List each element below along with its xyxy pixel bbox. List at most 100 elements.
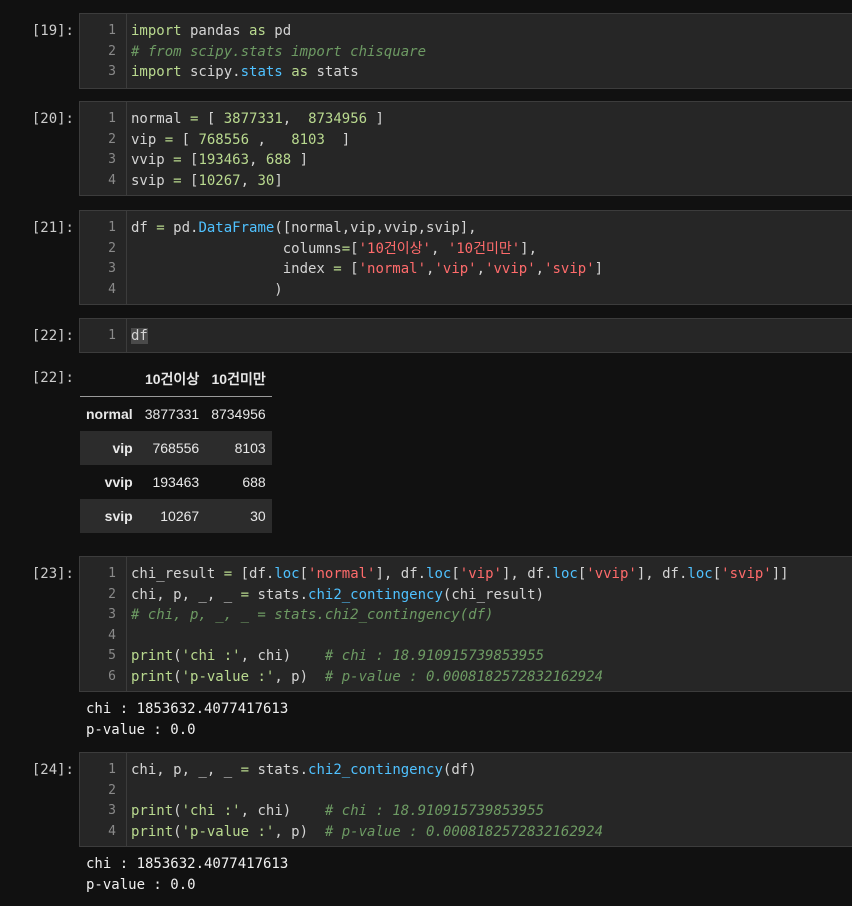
dataframe-output: 10건이상 10건미만 normal 3877331 8734956 vip 7… [80,362,272,533]
dataframe-column-header: 10건미만 [205,362,272,397]
cell-prompt-21: [21]: [31,220,74,236]
cell-prompt-24: [24]: [31,762,74,778]
code-token: ) [131,281,283,298]
code-cell-22[interactable]: 1 df [79,318,852,353]
code-token: ] [274,172,283,189]
code-cell-23[interactable]: 1 chi_result = [df.loc['normal'], df.loc[… [79,556,852,692]
code-token: ([normal,vip,vvip,svip], [274,220,477,236]
code-token: , p) [274,668,325,685]
code-token: ], [520,240,538,257]
code-token: ( [173,823,182,840]
code-cell-19[interactable]: 1 import pandas as pd 2 # from scipy.stats … [79,13,852,89]
code-token: index [131,261,334,277]
code-line[interactable]: svip = [10267, 30] [131,171,283,191]
code-line[interactable]: chi, p, _, _ = stats.chi2_contingency(ch… [131,585,544,605]
code-token: [ [451,566,460,582]
code-line[interactable]: print('chi :', chi) # chi : 18.910915739… [131,646,544,666]
code-token: = [341,240,351,257]
line-number: 1 [108,23,116,38]
code-token: pd. [164,220,199,236]
code-token: stats [308,64,359,80]
code-line[interactable]: df = pd.DataFrame([normal,vip,vvip,svip]… [131,218,477,238]
code-token: , [476,261,486,277]
code-line[interactable]: chi, p, _, _ = stats.chi2_contingency(df… [131,760,477,780]
code-token: [ [712,566,722,582]
code-token: 3877331 [223,111,283,127]
code-token: ], df. [375,566,427,582]
code-token: stats. [249,586,309,603]
code-token: ] [324,131,351,148]
dataframe-cell: 768556 [152,440,200,456]
code-token: [ [341,261,359,277]
code-token: df [131,328,148,344]
dataframe-cell: 193463 [152,474,200,490]
line-number: 2 [108,782,116,798]
code-token: chi, p, _, _ [131,586,241,603]
code-line[interactable]: print('p-value :', p) # p-value : 0.0008… [131,667,603,687]
line-number: 1 [108,566,116,581]
code-token: pandas [181,23,250,39]
code-token: , chi) [240,648,325,664]
dataframe-row: vip 768556 8103 [80,431,272,465]
cell-prompt-20: [20]: [31,111,74,127]
code-token: # chi, p, _, _ = stats.chi2_contingency(… [131,607,494,623]
code-token: [ [181,152,199,168]
code-token: 'vvip' [485,261,536,277]
dataframe-cell: 8734956 [211,406,266,422]
code-token: (chi_result) [442,586,545,603]
code-token: as [249,23,266,39]
code-line[interactable]: ) [131,280,283,300]
code-token: [ [181,172,199,189]
code-token: = [164,131,174,148]
line-number: 2 [108,43,116,59]
code-line[interactable]: vvip = [193463, 688 ] [131,150,308,170]
code-token: pd [265,23,292,39]
code-token: chi2_contingency [308,586,443,603]
code-line[interactable]: normal = [ 3877331, 8734956 ] [131,109,384,129]
code-token: [ [577,566,587,582]
code-line[interactable]: chi_result = [df.loc['normal'], df.loc['… [131,564,789,584]
code-token: DataFrame [198,220,275,236]
dataframe-row-index: svip [104,508,133,524]
line-number: 1 [108,220,116,235]
code-token: = [240,762,250,778]
code-line[interactable]: index = ['normal','vip','vvip','svip'] [131,259,603,279]
code-token: = [223,566,233,582]
code-line[interactable]: df [131,326,148,346]
code-cell-20[interactable]: 1 normal = [ 3877331, 8734956 ] 2 vip = [ 7… [79,101,852,196]
code-token: loc [274,566,300,582]
dataframe-row: normal 3877331 8734956 [80,397,272,432]
code-token: , [249,131,292,148]
code-token: , [249,152,266,168]
code-line[interactable]: # from scipy.stats import chisquare [131,42,426,62]
code-token: ( [173,668,182,685]
code-token: ] [594,261,604,277]
code-token: 30 [257,172,275,189]
dataframe-cell: 10267 [160,508,200,524]
line-number: 4 [108,823,116,839]
dataframe-row-index: vvip [104,474,133,490]
code-line[interactable]: columns=['10건이상', '10건미만'], [131,239,537,259]
code-line[interactable]: import scipy.stats as stats [131,62,359,82]
code-cell-24[interactable]: 1 chi, p, _, _ = stats.chi2_contingency(d… [79,752,852,847]
code-line[interactable]: import pandas as pd [131,21,291,41]
output-prompt-22: [22]: [31,370,74,386]
code-token: loc [552,566,578,582]
code-token: print [131,648,174,664]
code-token: ], df. [501,566,553,582]
code-line[interactable]: vip = [ 768556 , 8103 ] [131,130,350,150]
code-token: 10267 [198,172,241,189]
code-cell-21[interactable]: 1 df = pd.DataFrame([normal,vip,vvip,svip… [79,210,852,305]
dataframe-cell: 3877331 [144,406,200,422]
code-line[interactable]: # chi, p, _, _ = stats.chi2_contingency(… [131,605,493,625]
line-number: 1 [108,328,116,343]
code-token: stats [240,64,283,80]
code-token: = [156,220,165,236]
code-line[interactable]: print('p-value :', p) # p-value : 0.0008… [131,822,603,842]
code-token: 'vip' [434,261,477,277]
code-token: 'svip' [721,566,772,582]
dataframe-row: svip 10267 30 [80,499,272,533]
code-line[interactable]: print('chi :', chi) # chi : 18.910915739… [131,801,544,821]
code-token: columns [131,240,342,257]
code-token: = [240,586,250,603]
